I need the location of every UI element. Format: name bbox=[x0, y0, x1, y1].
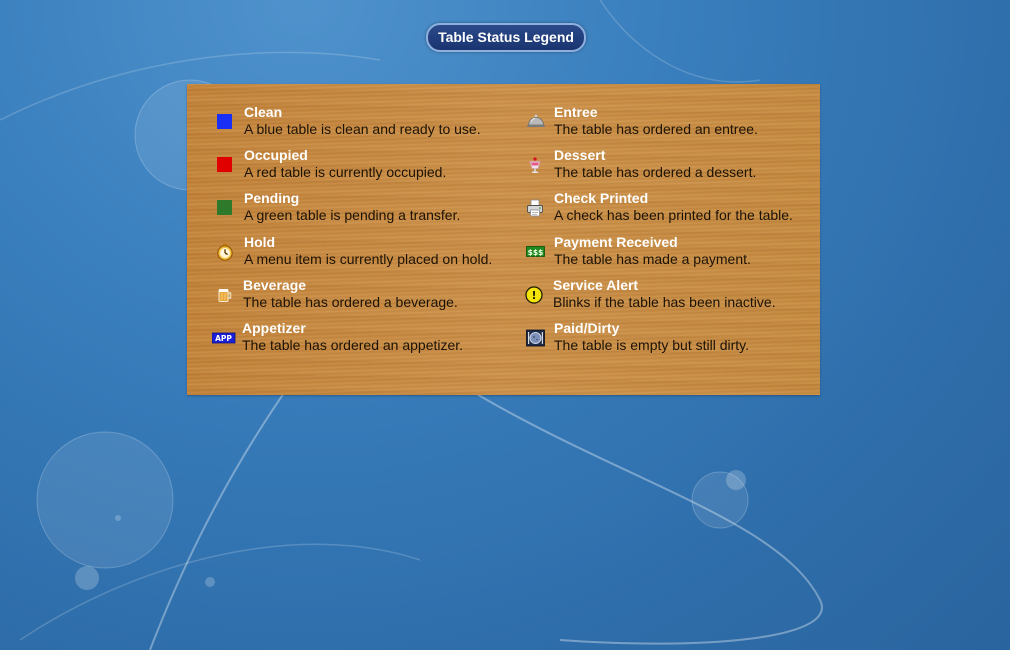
svg-text:APP: APP bbox=[215, 334, 232, 343]
legend-item-clean: Clean A blue table is clean and ready to… bbox=[216, 104, 516, 144]
sundae-icon bbox=[526, 156, 544, 174]
legend-item-desc: A red table is currently occupied. bbox=[244, 164, 447, 180]
legend-item-occupied: Occupied A red table is currently occupi… bbox=[216, 147, 516, 187]
legend-item-title: Appetizer bbox=[242, 320, 306, 336]
red-square-icon bbox=[216, 156, 234, 174]
legend-item-desc: The table is empty but still dirty. bbox=[554, 337, 750, 353]
legend-item-desc: The table has ordered an appetizer. bbox=[242, 337, 464, 353]
cloche-icon bbox=[526, 113, 546, 131]
svg-text:$$$: $$$ bbox=[528, 248, 544, 257]
legend-title-badge: Table Status Legend bbox=[426, 23, 586, 52]
legend-item-desc: A menu item is currently placed on hold. bbox=[244, 251, 493, 267]
legend-item-entree: Entree The table has ordered an entree. bbox=[526, 104, 826, 144]
legend-item-desc: The table has ordered an entree. bbox=[554, 121, 758, 137]
legend-item-title: Pending bbox=[244, 190, 300, 206]
legend-item-title: Check Printed bbox=[554, 190, 649, 206]
legend-item-title: Dessert bbox=[554, 147, 606, 163]
legend-item-title: Entree bbox=[554, 104, 598, 120]
legend-item-hold: Hold A menu item is currently placed on … bbox=[216, 234, 516, 274]
legend-item-desc: A green table is pending a transfer. bbox=[244, 207, 461, 223]
alert-icon: ! bbox=[525, 286, 543, 304]
legend-item-payment-received: $$$ Payment Received The table has made … bbox=[526, 234, 826, 274]
legend-item-dessert: Dessert The table has ordered a dessert. bbox=[526, 147, 826, 187]
legend-item-desc: A blue table is clean and ready to use. bbox=[244, 121, 481, 137]
legend-item-desc: Blinks if the table has been inactive. bbox=[553, 294, 776, 310]
legend-item-desc: A check has been printed for the table. bbox=[554, 207, 793, 223]
stopwatch-icon bbox=[216, 243, 234, 261]
legend-item-desc: The table has ordered a beverage. bbox=[243, 294, 458, 310]
legend-item-title: Paid/Dirty bbox=[554, 320, 620, 336]
legend-item-title: Clean bbox=[244, 104, 283, 120]
green-square-icon bbox=[216, 199, 234, 217]
legend-item-desc: The table has ordered a dessert. bbox=[554, 164, 757, 180]
legend-item-title: Payment Received bbox=[554, 234, 678, 250]
legend-item-title: Hold bbox=[244, 234, 276, 250]
legend-panel: Clean A blue table is clean and ready to… bbox=[187, 84, 820, 395]
legend-item-title: Occupied bbox=[244, 147, 308, 163]
legend-item-check-printed: Check Printed A check has been printed f… bbox=[526, 190, 826, 230]
app-badge-icon: APP bbox=[211, 329, 236, 347]
legend-item-beverage: Beverage The table has ordered a beverag… bbox=[215, 277, 515, 317]
dirty-plate-icon bbox=[526, 329, 546, 347]
svg-text:!: ! bbox=[531, 289, 536, 302]
money-icon: $$$ bbox=[526, 243, 546, 261]
beer-mug-icon bbox=[215, 286, 233, 304]
legend-item-pending: Pending A green table is pending a trans… bbox=[216, 190, 516, 230]
legend-item-desc: The table has made a payment. bbox=[554, 251, 751, 267]
legend-item-service-alert: ! Service Alert Blinks if the table has … bbox=[525, 277, 825, 317]
legend-item-title: Service Alert bbox=[553, 277, 639, 293]
printer-icon bbox=[526, 199, 544, 217]
legend-item-appetizer: APP Appetizer The table has ordered an a… bbox=[211, 320, 512, 360]
blue-square-icon bbox=[216, 113, 234, 131]
legend-item-title: Beverage bbox=[243, 277, 307, 293]
legend-item-paid-dirty: Paid/Dirty The table is empty but still … bbox=[526, 320, 826, 360]
